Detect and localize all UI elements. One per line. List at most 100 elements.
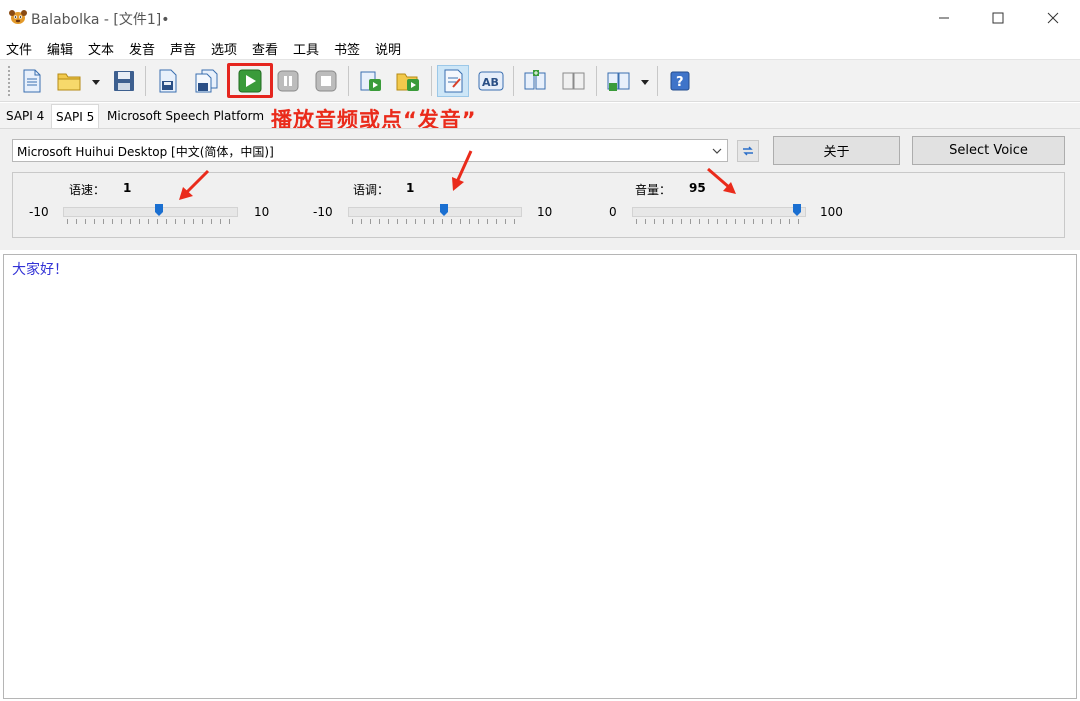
balabolka-logo-icon xyxy=(9,10,27,24)
batch-convert-icon xyxy=(195,69,218,93)
menu-audio[interactable]: 声音 xyxy=(170,39,196,58)
rate-value: 1 xyxy=(123,181,132,195)
read-file-icon xyxy=(396,73,419,91)
menu-text[interactable]: 文本 xyxy=(88,39,114,58)
pitch-label: 语调： xyxy=(353,183,390,197)
swap-arrows-icon xyxy=(743,146,753,156)
spelling-check-button[interactable] xyxy=(437,65,469,97)
volume-ticks xyxy=(636,219,803,224)
voice-panel: Microsoft Huihui Desktop [中文(简体，中国)] 关于 … xyxy=(0,128,1080,250)
arrow-to-rate-icon xyxy=(179,169,210,200)
volume-slider[interactable] xyxy=(632,207,806,217)
volume-value: 95 xyxy=(689,181,706,195)
engine-tabs: SAPI 4 SAPI 5 Microsoft Speech Platform xyxy=(0,103,1080,129)
add-bookmark-button[interactable] xyxy=(520,65,552,97)
help-button[interactable]: ? xyxy=(664,65,696,97)
menu-bookmarks[interactable]: 书签 xyxy=(334,39,360,58)
about-button[interactable]: 关于 xyxy=(773,136,900,165)
rate-ticks xyxy=(67,219,235,224)
close-button[interactable] xyxy=(1030,0,1076,36)
menu-view[interactable]: 查看 xyxy=(252,39,278,58)
batch-convert-button[interactable] xyxy=(190,65,222,97)
tab-microsoft-speech-platform[interactable]: Microsoft Speech Platform xyxy=(103,106,268,128)
spelling-check-icon xyxy=(444,69,463,93)
select-voice-button[interactable]: Select Voice xyxy=(912,136,1065,165)
text-tools-dropdown-icon[interactable] xyxy=(640,77,650,87)
text-tools-icon xyxy=(607,72,630,91)
toolbar-separator xyxy=(145,66,146,96)
title-bar: Balabolka - [文件1]• xyxy=(0,0,1080,36)
toolbar-separator xyxy=(513,66,514,96)
menu-edit[interactable]: 编辑 xyxy=(47,39,73,58)
voice-refresh-button[interactable] xyxy=(737,140,759,162)
window-title: Balabolka - [文件1]• xyxy=(31,12,170,28)
arrow-to-pitch-icon xyxy=(452,150,473,191)
stop-icon xyxy=(315,70,337,92)
volume-slider-thumb[interactable] xyxy=(793,204,802,216)
pronunciation-icon: AB xyxy=(478,71,504,91)
minimize-icon xyxy=(939,17,949,19)
stop-button[interactable] xyxy=(310,65,342,97)
read-clipboard-icon xyxy=(360,71,381,91)
rate-min: -10 xyxy=(29,205,49,219)
editor-text: 大家好！ xyxy=(12,262,68,278)
tab-sapi4[interactable]: SAPI 4 xyxy=(2,106,48,128)
menu-bar: 文件 编辑 文本 发音 声音 选项 查看 工具 书签 说明 xyxy=(0,36,1080,60)
bookmarks-icon xyxy=(562,72,585,90)
pronunciation-button[interactable]: AB xyxy=(475,65,507,97)
pause-icon xyxy=(277,70,299,92)
save-audio-button[interactable] xyxy=(152,65,184,97)
pitch-slider[interactable] xyxy=(348,207,522,217)
save-icon xyxy=(114,71,134,91)
save-audio-icon xyxy=(159,69,177,93)
read-clipboard-button[interactable] xyxy=(355,65,387,97)
tab-sapi5[interactable]: SAPI 5 xyxy=(51,104,100,129)
bookmarks-button[interactable] xyxy=(558,65,590,97)
rate-slider[interactable] xyxy=(63,207,238,217)
arrow-to-volume-icon xyxy=(707,167,736,194)
rate-label: 语速： xyxy=(69,183,106,197)
menu-options[interactable]: 选项 xyxy=(211,39,237,58)
new-document-icon xyxy=(23,69,41,93)
toolbar-separator xyxy=(596,66,597,96)
save-button[interactable] xyxy=(108,65,140,97)
voice-parameters-box: 语速： 1 -10 10 语调： 1 -10 10 音量： 95 0 100 xyxy=(12,172,1065,238)
svg-text:AB: AB xyxy=(482,76,499,89)
pause-button[interactable] xyxy=(272,65,304,97)
new-document-button[interactable] xyxy=(16,65,48,97)
svg-text:?: ? xyxy=(676,75,684,90)
text-editor[interactable]: 大家好！ xyxy=(3,254,1077,699)
close-icon xyxy=(1047,12,1059,24)
pitch-ticks xyxy=(352,219,519,224)
volume-min: 0 xyxy=(609,205,617,219)
text-tools-button[interactable] xyxy=(603,65,635,97)
volume-max: 100 xyxy=(820,205,843,219)
open-dropdown-icon[interactable] xyxy=(91,77,101,87)
menu-file[interactable]: 文件 xyxy=(6,39,32,58)
pitch-max: 10 xyxy=(537,205,553,219)
pitch-min: -10 xyxy=(313,205,333,219)
toolbar-separator xyxy=(348,66,349,96)
play-button-highlight xyxy=(227,63,273,98)
read-file-button[interactable] xyxy=(393,65,425,97)
toolbar-separator xyxy=(657,66,658,96)
chevron-down-icon xyxy=(712,148,722,154)
help-icon: ? xyxy=(670,71,690,91)
rate-slider-thumb[interactable] xyxy=(155,204,164,216)
voice-select[interactable]: Microsoft Huihui Desktop [中文(简体，中国)] xyxy=(12,139,728,162)
voice-select-value: Microsoft Huihui Desktop [中文(简体，中国)] xyxy=(17,145,274,159)
volume-label: 音量： xyxy=(635,183,672,197)
rate-max: 10 xyxy=(254,205,270,219)
pitch-slider-thumb[interactable] xyxy=(439,204,448,216)
pitch-value: 1 xyxy=(406,181,415,195)
maximize-button[interactable] xyxy=(975,0,1021,36)
minimize-button[interactable] xyxy=(921,0,967,36)
open-button[interactable] xyxy=(54,65,86,97)
open-folder-icon xyxy=(57,73,81,91)
menu-speech[interactable]: 发音 xyxy=(129,39,155,58)
add-bookmark-icon xyxy=(524,70,546,90)
toolbar-grip[interactable] xyxy=(8,66,11,96)
menu-help[interactable]: 说明 xyxy=(375,39,401,58)
toolbar-separator xyxy=(431,66,432,96)
menu-tools[interactable]: 工具 xyxy=(293,39,319,58)
